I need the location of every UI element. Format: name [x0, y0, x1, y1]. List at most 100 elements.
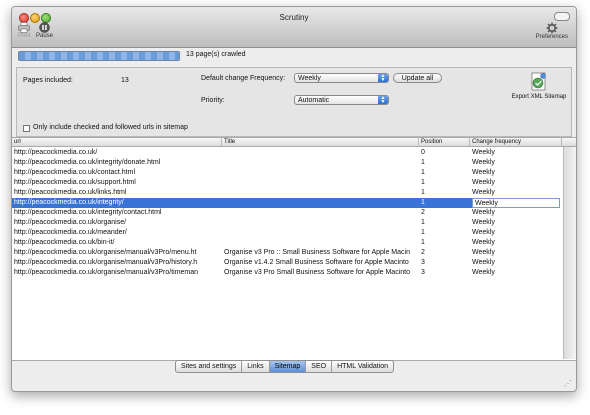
- sitemap-table: url Title Position Change frequency http…: [12, 137, 576, 361]
- position-cell: 0: [421, 149, 425, 156]
- column-header-position[interactable]: Position: [419, 138, 470, 146]
- title-bar: Scrutiny Print Pause Preferences: [12, 7, 576, 48]
- frequency-cell[interactable]: Weekly: [472, 238, 560, 248]
- table-row[interactable]: http://peacockmedia.co.uk/organise/manua…: [12, 258, 560, 268]
- preferences-button[interactable]: Preferences: [536, 22, 568, 40]
- pause-icon: [39, 22, 50, 33]
- table-row[interactable]: http://peacockmedia.co.uk/organise/manua…: [12, 268, 560, 278]
- default-frequency-label: Default change Frequency:: [201, 75, 286, 82]
- tab-sitemap[interactable]: Sitemap: [269, 361, 307, 372]
- vertical-scrollbar[interactable]: [563, 147, 576, 359]
- frequency-cell[interactable]: Weekly: [472, 248, 560, 258]
- progress-text: 13 page(s) crawled: [186, 51, 246, 58]
- table-row[interactable]: http://peacockmedia.co.uk/support.html 1 W…: [12, 178, 560, 188]
- table-header: url Title Position Change frequency: [12, 138, 576, 147]
- title-cell: Organise v3 Pro :: Small Business Softwa…: [224, 249, 410, 256]
- priority-label: Priority:: [201, 97, 225, 104]
- position-cell: 1: [421, 239, 425, 246]
- position-cell: 1: [421, 229, 425, 236]
- table-row[interactable]: http://peacockmedia.co.uk/links.html 1 Wee…: [12, 188, 560, 198]
- url-cell: http://peacockmedia.co.uk/organise/: [14, 219, 127, 226]
- pause-button[interactable]: Pause: [36, 22, 53, 39]
- url-cell: http://peacockmedia.co.uk/contact.html: [14, 169, 136, 176]
- app-window: Scrutiny Print Pause Preferences 13 page…: [11, 6, 577, 392]
- column-header-change-frequency[interactable]: Change frequency: [470, 138, 562, 146]
- url-cell: http://peacockmedia.co.uk/integrity/: [14, 199, 124, 206]
- position-cell: 3: [421, 259, 425, 266]
- frequency-cell[interactable]: Weekly: [472, 168, 560, 178]
- column-header-url[interactable]: url: [12, 138, 222, 146]
- pages-included-label: Pages included:: [23, 77, 73, 84]
- frequency-cell[interactable]: Weekly: [472, 268, 560, 278]
- priority-select[interactable]: Automatic ▲ ▼: [294, 95, 389, 105]
- gear-icon: [546, 22, 558, 34]
- export-xml-sitemap-label: Export XML Sitemap: [511, 94, 567, 100]
- frequency-cell[interactable]: Weekly: [472, 158, 560, 168]
- table-row[interactable]: http://peacockmedia.co.uk/integrity/1 Wee…: [12, 198, 560, 208]
- position-cell: 1: [421, 159, 425, 166]
- resize-grip-icon[interactable]: ⋰: [564, 379, 574, 389]
- sitemap-export-icon: [531, 72, 546, 91]
- position-cell: 1: [421, 219, 425, 226]
- position-cell: 1: [421, 199, 425, 206]
- default-frequency-value: Weekly: [298, 75, 321, 82]
- position-cell: 2: [421, 209, 425, 216]
- table-row[interactable]: http://peacockmedia.co.uk/contact.html 1 W…: [12, 168, 560, 178]
- table-row[interactable]: http://peacockmedia.co.uk/0 Weekly: [12, 148, 560, 158]
- window-title: Scrutiny: [279, 13, 309, 22]
- progress-bar: [18, 51, 180, 61]
- frequency-cell[interactable]: Weekly: [472, 208, 560, 218]
- table-row[interactable]: http://peacockmedia.co.uk/organise/manua…: [12, 248, 560, 258]
- view-tabs: Sites and settings Links Sitemap SEO HTML Va…: [175, 360, 395, 373]
- only-checked-label: Only include checked and followed urls i…: [33, 124, 188, 131]
- position-cell: 1: [421, 169, 425, 176]
- progress-fill: [19, 52, 179, 60]
- column-header-title[interactable]: Title: [222, 138, 419, 146]
- position-cell: 3: [421, 269, 425, 276]
- url-cell: http://peacockmedia.co.uk/organise/manua…: [14, 249, 197, 256]
- table-row[interactable]: http://peacockmedia.co.uk/meander/1 Weekl…: [12, 228, 560, 238]
- tab-sites-and-settings[interactable]: Sites and settings: [176, 361, 243, 372]
- print-label: Print: [18, 33, 31, 39]
- table-row[interactable]: http://peacockmedia.co.uk/integrity/cont…: [12, 208, 560, 218]
- frequency-cell[interactable]: Weekly: [472, 178, 560, 188]
- preferences-label: Preferences: [535, 34, 568, 40]
- frequency-cell[interactable]: Weekly: [472, 148, 560, 158]
- pause-label: Pause: [36, 33, 54, 39]
- url-cell: http://peacockmedia.co.uk/integrity/dona…: [14, 159, 161, 166]
- url-cell: http://peacockmedia.co.uk/: [14, 149, 98, 156]
- position-cell: 1: [421, 189, 425, 196]
- print-button[interactable]: Print: [18, 22, 30, 39]
- url-cell: http://peacockmedia.co.uk/support.html: [14, 179, 136, 186]
- toolbar-toggle-button[interactable]: [554, 12, 570, 21]
- update-all-button[interactable]: Update all: [393, 73, 442, 83]
- frequency-cell[interactable]: Weekly: [472, 228, 560, 238]
- table-row[interactable]: http://peacockmedia.co.uk/integrity/dona…: [12, 158, 560, 168]
- url-cell: http://peacockmedia.co.uk/organise/manua…: [14, 269, 199, 276]
- tab-seo[interactable]: SEO: [306, 361, 333, 372]
- url-cell: http://peacockmedia.co.uk/links.html: [14, 189, 127, 196]
- table-row[interactable]: http://peacockmedia.co.uk/organise/1 Week…: [12, 218, 560, 228]
- tab-html-validation[interactable]: HTML Validation: [332, 361, 393, 372]
- tab-links[interactable]: Links: [242, 361, 270, 372]
- title-cell: Organise v3 Pro Small Business Software …: [224, 269, 410, 276]
- default-frequency-select[interactable]: Weekly ▲ ▼: [294, 73, 389, 83]
- url-cell: http://peacockmedia.co.uk/organise/manua…: [14, 259, 198, 266]
- chevron-updown-icon: ▲ ▼: [378, 96, 388, 105]
- frequency-cell[interactable]: Weekly: [472, 198, 560, 208]
- position-cell: 1: [421, 179, 425, 186]
- frequency-cell[interactable]: Weekly: [472, 218, 560, 228]
- pages-included-value: 13: [121, 77, 129, 84]
- only-checked-checkbox[interactable]: [23, 125, 30, 132]
- position-cell: 2: [421, 249, 425, 256]
- url-cell: http://peacockmedia.co.uk/integrity/cont…: [14, 209, 162, 216]
- export-xml-sitemap-button[interactable]: Export XML Sitemap: [509, 72, 569, 100]
- chevron-updown-icon: ▲ ▼: [378, 74, 388, 83]
- table-row[interactable]: http://peacockmedia.co.uk/bin-it/1 Weekly: [12, 238, 560, 248]
- frequency-cell[interactable]: Weekly: [472, 188, 560, 198]
- url-cell: http://peacockmedia.co.uk/bin-it/: [14, 239, 115, 246]
- printer-icon: [18, 22, 30, 33]
- priority-value: Automatic: [298, 97, 330, 104]
- frequency-cell[interactable]: Weekly: [472, 258, 560, 268]
- sitemap-settings-panel: Pages included: 13 Default change Freque…: [16, 67, 572, 137]
